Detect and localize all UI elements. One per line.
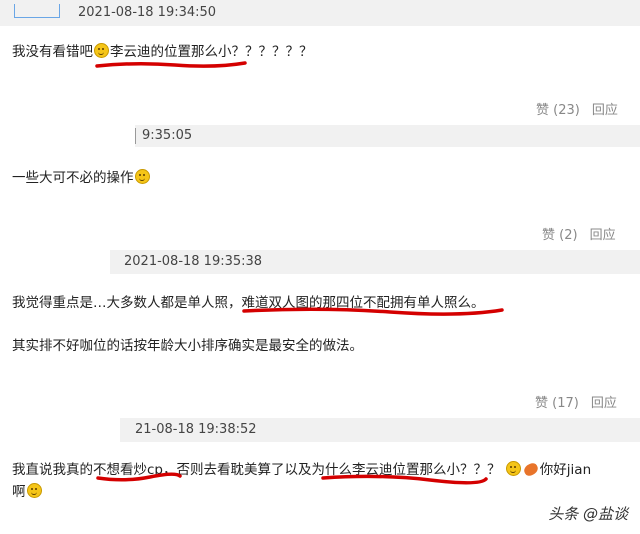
- grin-emoji-icon: [26, 483, 42, 498]
- like-button[interactable]: 赞 (17): [535, 396, 579, 411]
- comment-text-part: 一些大可不必的操作: [12, 170, 134, 186]
- comment-text-part: 我没有看错吧: [12, 44, 93, 60]
- like-button[interactable]: 赞 (2): [542, 228, 578, 243]
- comment-text-part: 你好jian: [539, 462, 592, 478]
- comment-actions: 赞 (2) 回应: [542, 224, 616, 243]
- comment-text-part: 啊: [12, 484, 26, 500]
- comment-text: 一些大可不必的操作: [12, 166, 151, 186]
- like-button[interactable]: 赞 (23): [536, 103, 580, 118]
- comment-text: 啊: [12, 480, 43, 500]
- red-underline: [321, 474, 488, 485]
- divider: [135, 128, 136, 144]
- comment-timestamp: 9:35:05: [142, 128, 193, 143]
- watermark: 头条 @盐谈: [548, 505, 628, 523]
- comment-timestamp: 2021-08-18 19:35:38: [124, 254, 263, 269]
- grin-emoji-icon: [134, 169, 150, 184]
- comment-header: [135, 125, 640, 147]
- sweet-potato-icon: [522, 461, 540, 478]
- reply-button[interactable]: 回应: [592, 103, 618, 118]
- comment-timestamp: 21-08-18 19:38:52: [135, 422, 257, 437]
- avatar[interactable]: [14, 4, 60, 18]
- reply-button[interactable]: 回应: [591, 396, 617, 411]
- comment-timestamp: 2021-08-18 19:34:50: [78, 5, 217, 20]
- comment-actions: 赞 (23) 回应: [536, 99, 618, 118]
- comment-actions: 赞 (17) 回应: [535, 392, 617, 411]
- smirk-emoji-icon: [505, 461, 521, 476]
- comment-text: 其实排不好咖位的话按年龄大小排序确实是最安全的做法。: [12, 338, 363, 354]
- red-underline: [96, 472, 182, 482]
- reply-button[interactable]: 回应: [590, 228, 616, 243]
- red-underline: [95, 61, 247, 68]
- red-underline: [242, 307, 504, 316]
